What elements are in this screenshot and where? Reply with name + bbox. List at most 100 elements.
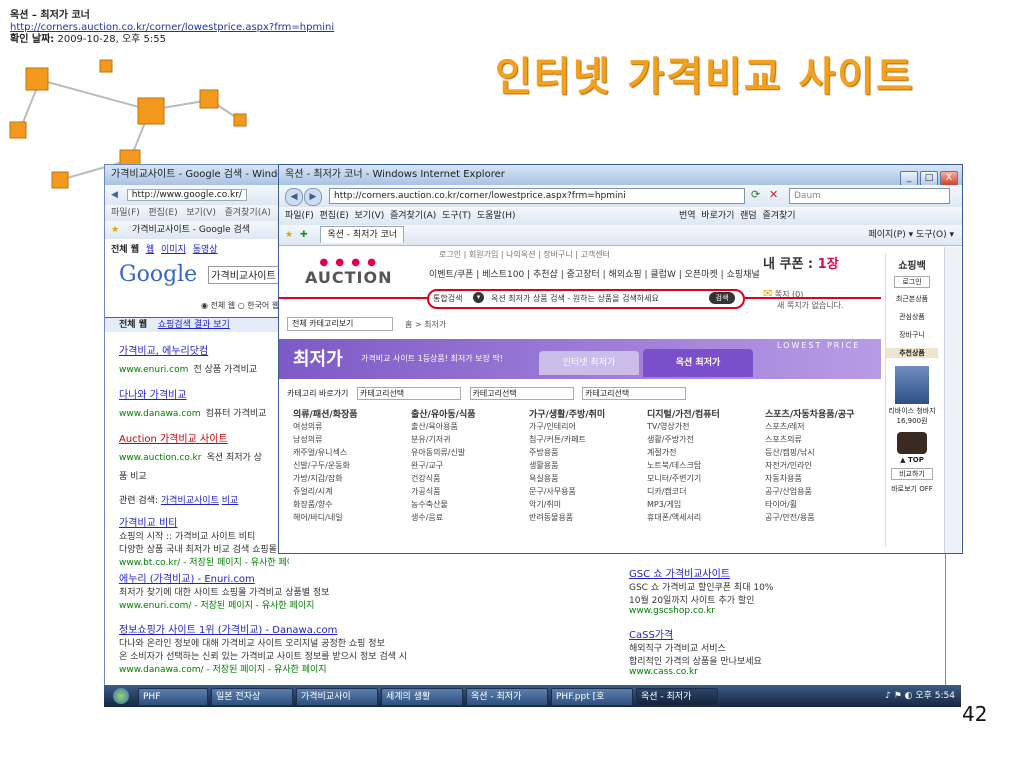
category-item[interactable]: 남성의류 xyxy=(293,433,403,446)
search-scope-select[interactable]: 통합검색 xyxy=(433,293,462,304)
google-logo[interactable]: Google xyxy=(119,262,197,287)
refresh-icon[interactable]: ⟳ xyxy=(751,188,760,201)
clock[interactable]: 오후 5:54 xyxy=(915,691,955,701)
compare-button[interactable]: 비교하기 xyxy=(891,468,933,480)
category-item[interactable]: 공구/안전/용품 xyxy=(765,511,881,524)
related-link[interactable]: 비교 xyxy=(222,496,239,506)
category-item[interactable]: 휴대폰/액세서리 xyxy=(647,511,757,524)
category-item[interactable]: 자동차용품 xyxy=(765,472,881,485)
filter-select[interactable]: 카테고리선택 xyxy=(469,387,574,400)
ie-command-bar[interactable]: 페이지(P) ▾ 도구(O) ▾ xyxy=(868,225,954,245)
auction-logo[interactable]: ● ● ● ● AUCTION xyxy=(305,257,392,287)
category-item[interactable]: MP3/게임 xyxy=(647,498,757,511)
panel-login-button[interactable]: 로그인 xyxy=(894,276,930,288)
category-item[interactable]: 분유/기저귀 xyxy=(411,433,521,446)
category-item[interactable]: 욕실용품 xyxy=(529,472,639,485)
nav-link[interactable]: 웹 xyxy=(146,245,154,255)
menu-tools[interactable]: 도구(T) xyxy=(442,211,471,221)
category-item[interactable]: 생활/주방가전 xyxy=(647,433,757,446)
toolbar-link[interactable]: 즐겨찾기 xyxy=(762,211,795,221)
close-button[interactable]: X xyxy=(940,171,958,185)
ie-address-input[interactable]: http://corners.auction.co.kr/corner/lowe… xyxy=(329,188,745,204)
suggest-link[interactable]: 쇼핑검색 결과 보기 xyxy=(158,320,230,330)
nav-item[interactable]: 쇼핑채널 xyxy=(727,270,760,280)
result-title[interactable]: Auction 가격비교 사이트 xyxy=(119,430,269,445)
stop-icon[interactable]: ✕ xyxy=(769,188,778,201)
category-item[interactable]: 주방용품 xyxy=(529,446,639,459)
ie-scrollbar[interactable] xyxy=(944,247,961,553)
related-link[interactable]: 가격비교사이트 xyxy=(161,496,219,506)
taskbar-item[interactable]: PHF xyxy=(138,688,208,706)
auction-search-button[interactable]: 검색 xyxy=(709,292,735,304)
tab-internet-lowest[interactable]: 인터넷 최저가 xyxy=(539,351,639,375)
category-item[interactable]: 캐주얼/유니섹스 xyxy=(293,446,403,459)
nav-item[interactable]: 이벤트/쿠폰 xyxy=(429,270,473,280)
category-head[interactable]: 출산/유아동/식품 xyxy=(411,407,521,420)
category-item[interactable]: 자전거/인라인 xyxy=(765,459,881,472)
toolbar-link[interactable]: 랜덤 xyxy=(740,211,757,221)
menu-file[interactable]: 파일(F) xyxy=(111,208,140,218)
nav-link[interactable]: 동영상 xyxy=(193,245,218,255)
category-item[interactable]: 완구/교구 xyxy=(411,459,521,472)
toolbar-link[interactable]: 번역 xyxy=(679,211,696,221)
result-title[interactable]: 가격비교, 에누리닷컴 xyxy=(119,342,269,357)
filter-select[interactable]: 카테고리선택 xyxy=(356,387,461,400)
menu-edit[interactable]: 편집(E) xyxy=(148,208,177,218)
menu-edit[interactable]: 편집(E) xyxy=(320,211,349,221)
nav-item[interactable]: 해외쇼핑 xyxy=(609,270,642,280)
category-item[interactable]: 공구/산업용품 xyxy=(765,485,881,498)
start-button[interactable]: 시작 xyxy=(104,685,138,707)
ad-title[interactable]: CaSS가격 xyxy=(629,626,829,641)
menu-file[interactable]: 파일(F) xyxy=(285,211,314,221)
menu-view[interactable]: 보기(V) xyxy=(186,208,216,218)
ie-search-input[interactable]: Daum xyxy=(789,188,950,204)
category-item[interactable]: 헤어/바디/네일 xyxy=(293,511,403,524)
minimize-button[interactable]: _ xyxy=(900,171,918,185)
source-url-link[interactable]: http://corners.auction.co.kr/corner/lowe… xyxy=(10,22,334,33)
category-item[interactable]: 출산/육아용품 xyxy=(411,420,521,433)
tab-auction-lowest[interactable]: 옥션 최저가 xyxy=(643,349,753,377)
taskbar-item[interactable]: 옥션 - 최저가 xyxy=(636,688,718,706)
category-item[interactable]: 침구/커튼/카페트 xyxy=(529,433,639,446)
category-item[interactable]: 생활용품 xyxy=(529,459,639,472)
nav-link[interactable]: 이미지 xyxy=(161,245,186,255)
mail-notice[interactable]: ✉ 쪽지 (0) 새 쪽지가 없습니다. xyxy=(763,287,844,311)
category-head[interactable]: 가구/생활/주방/취미 xyxy=(529,407,639,420)
google-tab[interactable]: 가격비교사이트 - Google 검색 xyxy=(132,225,250,235)
category-item[interactable]: 생수/음료 xyxy=(411,511,521,524)
coupon-info[interactable]: 내 쿠폰 : 1장 xyxy=(763,253,839,272)
panel-link[interactable]: 관심상품 xyxy=(886,312,938,322)
category-item[interactable]: 가공식품 xyxy=(411,485,521,498)
star-icon[interactable]: ★ xyxy=(111,225,119,235)
panel-link[interactable]: 최근본상품 xyxy=(886,294,938,304)
menu-favorites[interactable]: 즐겨찾기(A) xyxy=(390,211,436,221)
result-title[interactable]: 에누리 (가격비교) - Enuri.com xyxy=(119,570,599,585)
category-select[interactable]: 전체 카테고리보기 xyxy=(287,317,393,331)
category-item[interactable]: 가방/지갑/잡화 xyxy=(293,472,403,485)
forward-button[interactable]: ▶ xyxy=(304,188,322,206)
nav-item[interactable]: 클럽W xyxy=(650,270,675,280)
favorites-star-icon[interactable]: ★ xyxy=(285,230,293,240)
menu-help[interactable]: 도움말(H) xyxy=(477,211,516,221)
nav-item[interactable]: 베스트100 xyxy=(482,270,524,280)
menu-view[interactable]: 보기(V) xyxy=(355,211,385,221)
category-item[interactable]: 악기/취미 xyxy=(529,498,639,511)
category-item[interactable]: 여성의류 xyxy=(293,420,403,433)
category-item[interactable]: 디카/캠코더 xyxy=(647,485,757,498)
auction-top-links[interactable]: 로그인 | 회원가입 | 나의옥션 | 장바구니 | 고객센터 xyxy=(439,249,610,260)
auction-search-box[interactable]: 통합검색 ▾ 옥션 최저가 상품 검색 - 원하는 상품을 검색하세요 검색 xyxy=(427,289,745,309)
panel-link[interactable]: 장바구니 xyxy=(886,330,938,340)
category-item[interactable]: 화장품/향수 xyxy=(293,498,403,511)
taskbar-item[interactable]: PHF.ppt [호 xyxy=(551,688,633,706)
maximize-button[interactable]: □ xyxy=(920,171,938,185)
category-item[interactable]: 등산/캠핑/낚시 xyxy=(765,446,881,459)
result-title[interactable]: 다나와 가격비교 xyxy=(119,386,269,401)
back-icon[interactable]: ◀ xyxy=(111,190,118,200)
nav-all-web[interactable]: 전체 웹 xyxy=(111,245,139,255)
auction-search-input[interactable]: 옥션 최저가 상품 검색 - 원하는 상품을 검색하세요 xyxy=(491,293,701,304)
taskbar-item[interactable]: 가격비교사이 xyxy=(296,688,378,706)
category-item[interactable]: 계절가전 xyxy=(647,446,757,459)
category-item[interactable]: TV/영상가전 xyxy=(647,420,757,433)
category-head[interactable]: 스포츠/자동차용품/공구 xyxy=(765,407,881,420)
category-item[interactable]: 신발/구두/운동화 xyxy=(293,459,403,472)
